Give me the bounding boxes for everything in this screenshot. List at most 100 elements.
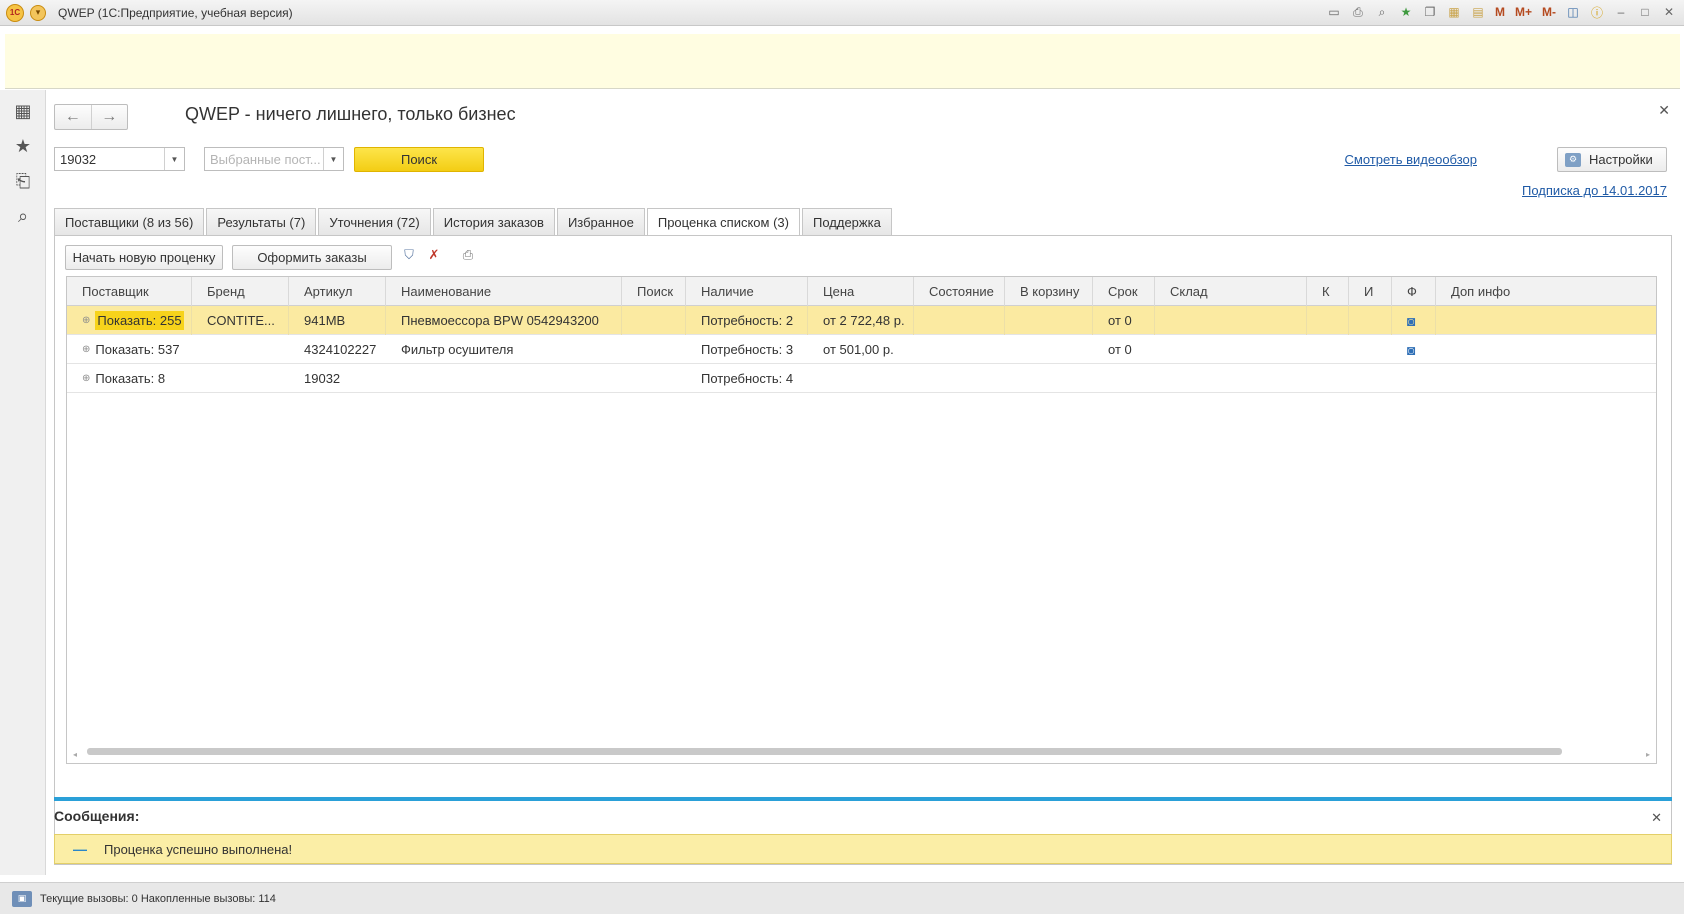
- supplier-cell[interactable]: ⊕ Показать: 537: [67, 335, 192, 364]
- message-item[interactable]: — Проценка успешно выполнена!: [54, 834, 1672, 864]
- memory-m-button[interactable]: M: [1493, 3, 1507, 21]
- favorite-add-icon[interactable]: ★: [1397, 3, 1415, 21]
- video-review-link[interactable]: Смотреть видеообзор: [1345, 152, 1477, 167]
- column-header[interactable]: Артикул: [289, 277, 386, 306]
- settings-button[interactable]: ⚙ Настройки: [1557, 147, 1667, 172]
- suppliers-select-placeholder[interactable]: Выбранные пост...: [205, 148, 323, 170]
- tab-suppliers[interactable]: Поставщики (8 из 56): [54, 208, 205, 235]
- supplier-cell[interactable]: ⊕ Показать: 8: [67, 364, 192, 393]
- column-header[interactable]: Ф: [1392, 277, 1436, 306]
- cart-cell[interactable]: [1005, 335, 1093, 364]
- messages-title: Сообщения:: [54, 808, 140, 824]
- tab-refinements[interactable]: Уточнения (72): [318, 208, 431, 235]
- column-header[interactable]: Срок: [1093, 277, 1155, 306]
- expand-icon[interactable]: ⊕: [82, 344, 90, 355]
- tab-order-history[interactable]: История заказов: [432, 208, 555, 235]
- tab-results[interactable]: Результаты (7): [206, 208, 317, 235]
- scroll-right-icon[interactable]: ▸: [1646, 750, 1650, 759]
- calculator-icon[interactable]: ▦: [1445, 3, 1463, 21]
- camera-icon[interactable]: ◙: [1407, 342, 1415, 358]
- tab-favorites[interactable]: Избранное: [556, 208, 645, 235]
- k-cell: [1307, 306, 1349, 335]
- print-list-icon[interactable]: ⎙: [459, 246, 477, 264]
- preview-icon[interactable]: ⌕: [1373, 3, 1391, 21]
- camera-icon[interactable]: ◙: [1407, 313, 1415, 329]
- apps-grid-icon[interactable]: ▦: [12, 100, 34, 122]
- history-icon[interactable]: ⎗: [12, 170, 34, 192]
- term-cell: от 0: [1108, 342, 1132, 357]
- table-row[interactable]: ⊕ Показать: 537 4324102227 Фильтр осушит…: [67, 335, 1656, 364]
- article-cell: 19032: [304, 371, 341, 386]
- messages-close-icon[interactable]: ✕: [1651, 810, 1662, 826]
- save-icon[interactable]: ▭: [1325, 3, 1343, 21]
- column-header[interactable]: Наличие: [686, 277, 808, 306]
- server-calls-icon[interactable]: ▣: [12, 890, 32, 907]
- filter-icon[interactable]: ⛉: [400, 246, 418, 264]
- form-close-icon[interactable]: ✕: [1658, 102, 1670, 119]
- memory-mminus-button[interactable]: M-: [1540, 3, 1558, 21]
- list-pricing-panel: Начать новую проценку Оформить заказы ⛉ …: [54, 235, 1672, 865]
- subscription-link[interactable]: Подписка до 14.01.2017: [1522, 183, 1667, 198]
- copy-icon[interactable]: ❐: [1421, 3, 1439, 21]
- supplier-show-link[interactable]: Показать: 8: [95, 371, 165, 386]
- supplier-cell[interactable]: ⊕ Показать: 255: [67, 306, 192, 335]
- close-icon[interactable]: ✕: [1660, 3, 1678, 21]
- column-header[interactable]: Поиск: [622, 277, 686, 306]
- column-header[interactable]: Поставщик: [67, 277, 192, 306]
- back-arrow-icon[interactable]: ←: [55, 105, 91, 129]
- column-header[interactable]: В корзину: [1005, 277, 1093, 306]
- column-header[interactable]: Состояние: [914, 277, 1005, 306]
- table-row[interactable]: ⊕ Показать: 255 CONTITE... 941MB Пневмое…: [67, 306, 1656, 335]
- star-icon[interactable]: ★: [12, 135, 34, 157]
- photo-cell: [1392, 364, 1436, 393]
- tab-list-pricing[interactable]: Проценка списком (3): [646, 208, 800, 236]
- forward-arrow-icon[interactable]: →: [90, 105, 128, 129]
- chevron-down-icon[interactable]: ▼: [164, 148, 184, 170]
- expand-icon[interactable]: ⊕: [82, 373, 90, 384]
- cart-cell[interactable]: [1005, 306, 1093, 335]
- cart-cell[interactable]: [1005, 364, 1093, 393]
- column-header[interactable]: Бренд: [192, 277, 289, 306]
- search-input-value[interactable]: 19032: [55, 148, 164, 170]
- main-menu-icon[interactable]: ▾: [30, 4, 46, 21]
- clear-filter-icon[interactable]: ✗: [425, 246, 443, 264]
- search-cell: [622, 364, 686, 393]
- chevron-down-icon[interactable]: ▼: [323, 148, 343, 170]
- expand-icon[interactable]: ⊕: [82, 315, 90, 326]
- brand-cell: [192, 364, 289, 393]
- info-icon[interactable]: ⓘ: [1588, 3, 1606, 21]
- calendar-icon[interactable]: ▤: [1469, 3, 1487, 21]
- minimize-icon[interactable]: –: [1612, 3, 1630, 21]
- tab-support[interactable]: Поддержка: [801, 208, 892, 235]
- make-orders-button[interactable]: Оформить заказы: [232, 245, 392, 270]
- availability-cell: Потребность: 2: [686, 306, 808, 335]
- panel-icon[interactable]: ◫: [1564, 3, 1582, 21]
- column-header[interactable]: Наименование: [386, 277, 622, 306]
- brand-cell: [192, 335, 289, 364]
- suppliers-select[interactable]: Выбранные пост... ▼: [204, 147, 344, 171]
- photo-cell[interactable]: ◙: [1392, 306, 1436, 335]
- i-cell: [1349, 306, 1392, 335]
- supplier-show-link[interactable]: Показать: 537: [95, 342, 179, 357]
- search-button[interactable]: Поиск: [354, 147, 484, 172]
- column-header[interactable]: Склад: [1155, 277, 1307, 306]
- column-header[interactable]: К: [1307, 277, 1349, 306]
- horizontal-scrollbar[interactable]: [87, 748, 1562, 755]
- supplier-show-link[interactable]: Показать: 255: [95, 311, 184, 330]
- i-cell: [1349, 364, 1392, 393]
- settings-button-label: Настройки: [1589, 152, 1653, 167]
- app-logo-icon[interactable]: 1С: [6, 3, 24, 22]
- scroll-left-icon[interactable]: ◂: [73, 750, 77, 759]
- print-icon[interactable]: ⎙: [1349, 3, 1367, 21]
- photo-cell[interactable]: ◙: [1392, 335, 1436, 364]
- column-header[interactable]: И: [1349, 277, 1392, 306]
- column-header[interactable]: Цена: [808, 277, 914, 306]
- column-header[interactable]: Доп инфо: [1436, 277, 1538, 306]
- new-pricing-button[interactable]: Начать новую проценку: [65, 245, 223, 270]
- maximize-icon[interactable]: □: [1636, 3, 1654, 21]
- memory-mplus-button[interactable]: M+: [1513, 3, 1534, 21]
- price-cell: от 2 722,48 р.: [808, 306, 914, 335]
- table-row[interactable]: ⊕ Показать: 8 19032 Потребность: 4: [67, 364, 1656, 393]
- search-input[interactable]: 19032 ▼: [54, 147, 185, 171]
- search-icon[interactable]: ⌕: [12, 205, 34, 227]
